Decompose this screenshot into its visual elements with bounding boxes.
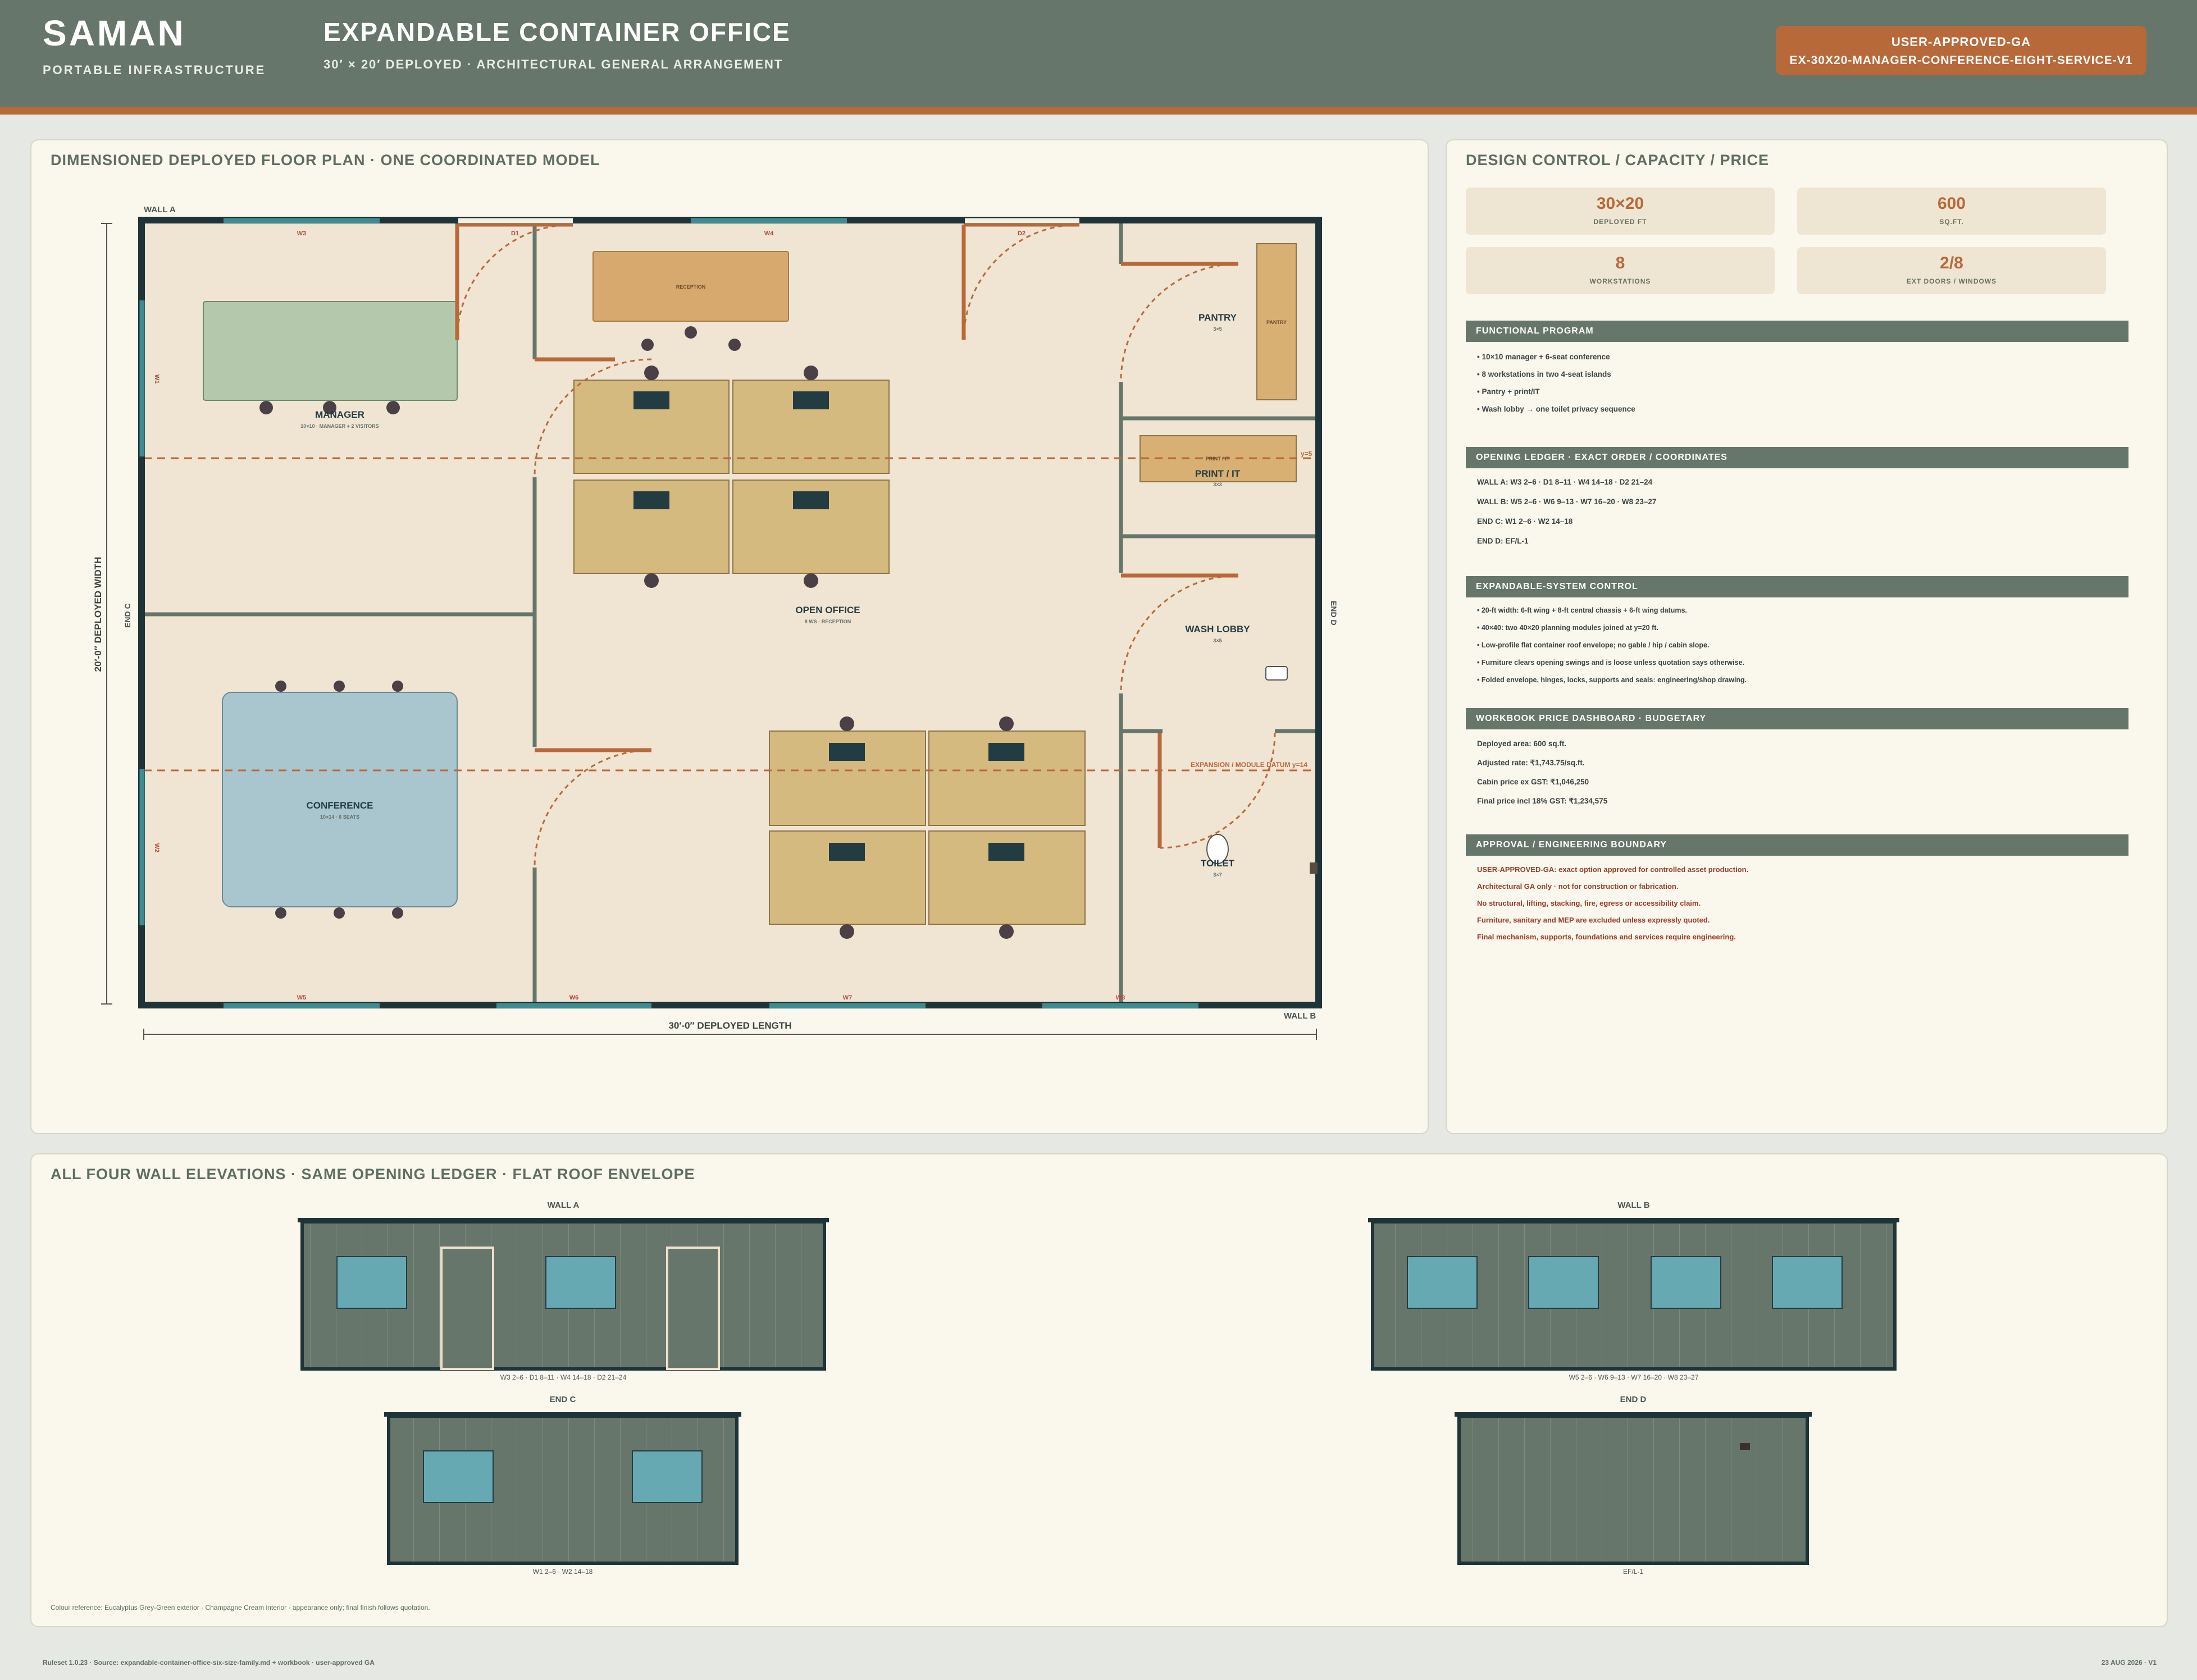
elevation-wall-b-caption: W5 2–6 · W6 9–13 · W7 16–20 · W8 23–27 (1569, 1373, 1699, 1381)
elevation-wall-a-caption: W3 2–6 · D1 8–11 · W4 14–18 · D2 21–24 (500, 1373, 627, 1381)
elevation-drawings (298, 1218, 1899, 1565)
footer-ruleset: Ruleset 1.0.23 · Source: expandable-cont… (43, 1659, 375, 1667)
elevation-wall-a-label: WALL A (547, 1200, 580, 1210)
elevation-wall-a (298, 1218, 829, 1371)
elevation-end-d (1455, 1412, 1812, 1565)
elevation-end-d-caption: EF/L-1 (1622, 1568, 1643, 1576)
elevation-end-d-label: END D (1620, 1395, 1647, 1404)
elevation-end-c-caption: W1 2–6 · W2 14–18 (532, 1568, 593, 1576)
elevation-end-c-label: END C (549, 1395, 576, 1404)
elevation-wall-b (1368, 1218, 1899, 1371)
footer-date: 23 AUG 2026 · V1 (2101, 1659, 2157, 1667)
elevation-end-c (384, 1412, 741, 1565)
elevation-wall-b-label: WALL B (1617, 1200, 1650, 1210)
colour-note: Colour reference: Eucalyptus Grey-Green … (51, 1604, 430, 1611)
